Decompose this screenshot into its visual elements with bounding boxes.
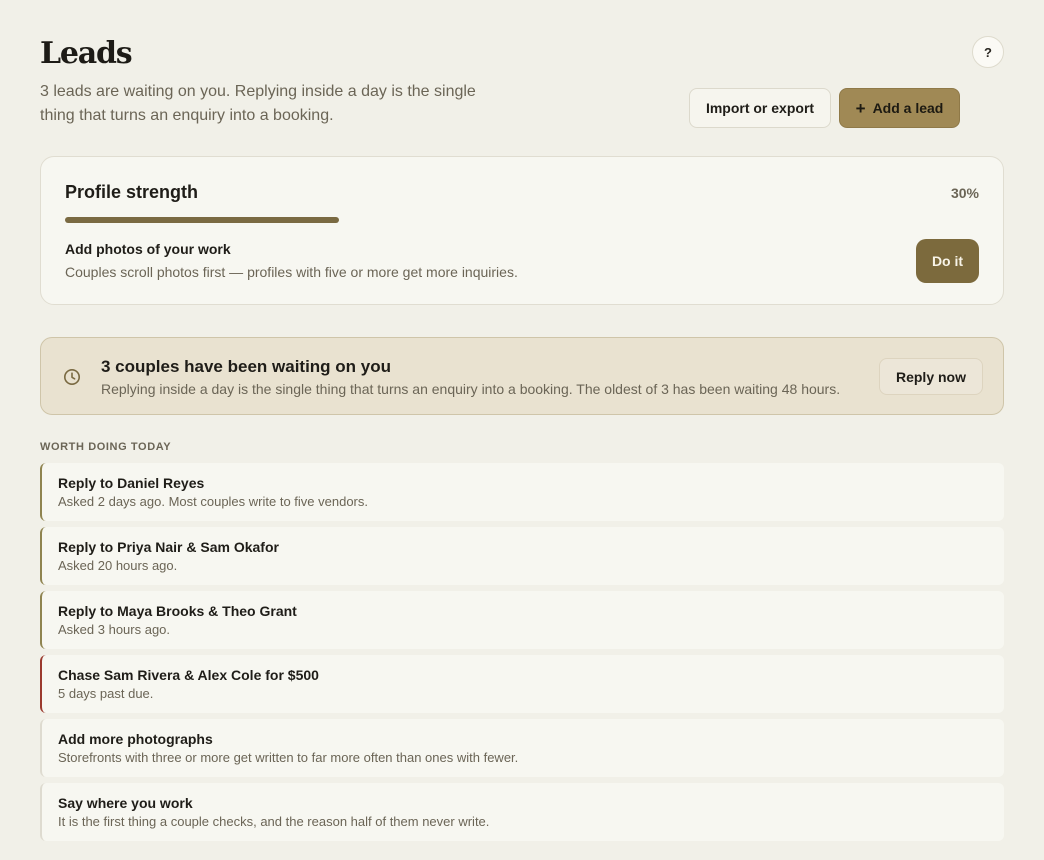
do-it-label: Do it — [931, 253, 964, 269]
task-description: It is the first thing a couple checks, a… — [58, 814, 490, 829]
task-title: Chase Sam Rivera & Alex Cole for $500 — [58, 667, 319, 683]
task-description: Asked 20 hours ago. — [58, 558, 178, 573]
help-button[interactable]: ? — [972, 36, 1004, 68]
task-description: Asked 3 hours ago. — [58, 622, 171, 637]
task-description: Storefronts with three or more get writt… — [58, 750, 519, 765]
task-item[interactable]: Add more photographs Storefronts with th… — [40, 719, 1004, 777]
reply-now-button[interactable]: Reply now — [879, 358, 983, 395]
task-item-overdue[interactable]: Chase Sam Rivera & Alex Cole for $500 5 … — [40, 655, 1004, 713]
page-subtitle: 3 leads are waiting on you. Replying ins… — [40, 83, 476, 124]
import-export-button[interactable]: Import or export — [689, 88, 831, 128]
profile-tip-title: Add photos of your work — [65, 241, 231, 257]
task-description: 5 days past due. — [58, 686, 154, 701]
clock-icon — [62, 367, 82, 387]
today-task-list: Reply to Daniel Reyes Asked 2 days ago. … — [40, 463, 1004, 847]
profile-strength-percent: 30% — [950, 185, 979, 201]
profile-strength-card: Profile strength 30% Add photos of your … — [40, 156, 1004, 305]
alert-title: 3 couples have been waiting on you — [101, 357, 392, 376]
task-description: Asked 2 days ago. Most couples write to … — [58, 494, 368, 509]
task-title: Reply to Daniel Reyes — [58, 475, 205, 491]
profile-tip-description: Couples scroll photos first — profiles w… — [65, 264, 518, 280]
task-item[interactable]: Reply to Daniel Reyes Asked 2 days ago. … — [40, 463, 1004, 521]
task-title: Reply to Maya Brooks & Theo Grant — [58, 603, 297, 619]
task-item[interactable]: Say where you work It is the first thing… — [40, 783, 1004, 841]
task-title: Say where you work — [58, 795, 193, 811]
profile-strength-title: Profile strength — [65, 182, 199, 202]
import-export-label: Import or export — [705, 100, 815, 116]
reply-now-label: Reply now — [895, 368, 966, 385]
task-title: Reply to Priya Nair & Sam Okafor — [58, 539, 279, 555]
add-lead-button[interactable]: + Add a lead — [839, 88, 960, 128]
add-lead-label: Add a lead — [872, 100, 944, 116]
profile-progress-fill — [65, 217, 340, 223]
waiting-alert-banner: 3 couples have been waiting on you Reply… — [40, 337, 1004, 415]
profile-progress-bar — [65, 217, 979, 223]
alert-description: Replying inside a day is the single thin… — [101, 381, 841, 397]
task-item[interactable]: Reply to Maya Brooks & Theo Grant Asked … — [40, 591, 1004, 649]
task-title: Add more photographs — [58, 731, 213, 747]
page-title: Leads — [40, 36, 133, 71]
help-label: ? — [984, 44, 992, 60]
plus-icon: + — [855, 98, 866, 118]
section-label-today: WORTH DOING TODAY — [40, 441, 172, 453]
do-it-button[interactable]: Do it — [916, 239, 979, 283]
task-item[interactable]: Reply to Priya Nair & Sam Okafor Asked 2… — [40, 527, 1004, 585]
